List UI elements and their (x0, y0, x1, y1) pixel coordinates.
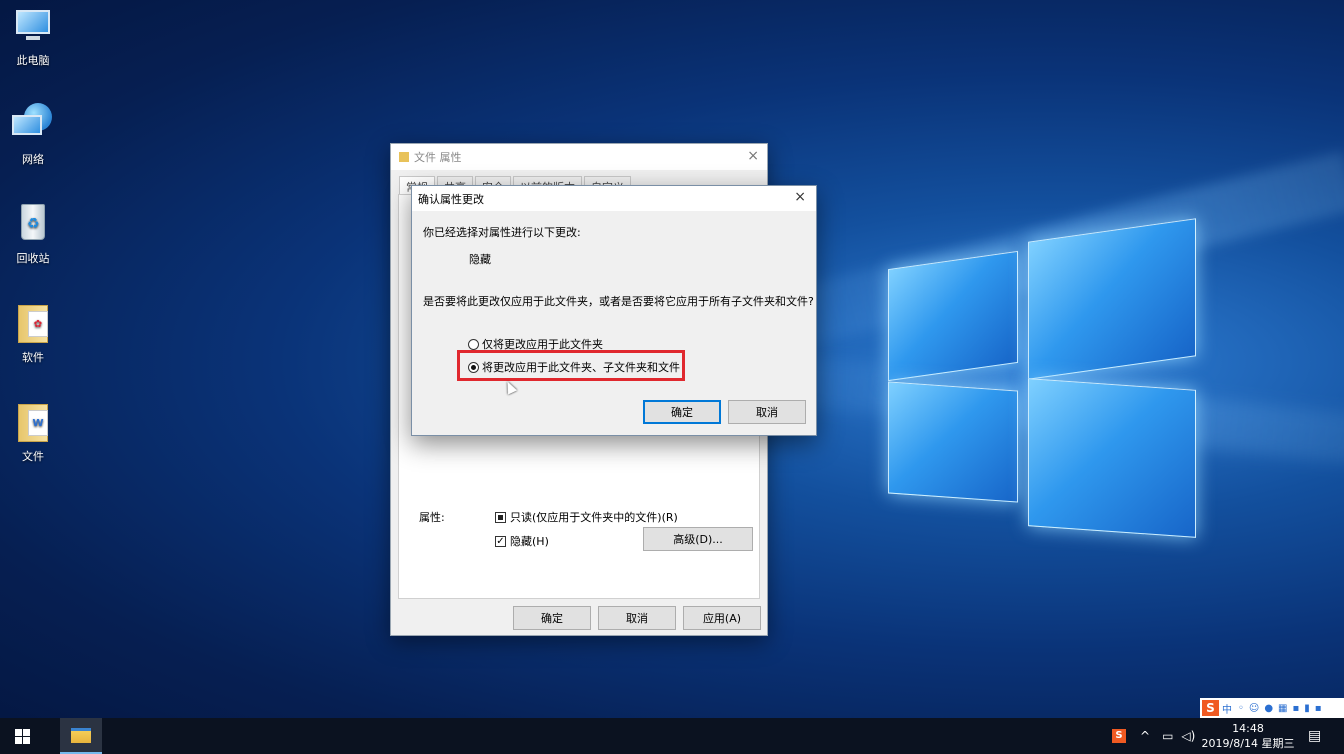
taskbar-file-explorer[interactable] (60, 718, 102, 754)
network-icon[interactable]: ▭ (1162, 729, 1173, 743)
confirm-title: 确认属性更改 (418, 192, 484, 206)
system-tray: S ^ ▭ ◁) (1112, 718, 1195, 754)
start-button[interactable] (0, 718, 44, 754)
desktop-icon-label: 网络 (22, 153, 44, 166)
confirm-question: 是否要将此更改仅应用于此文件夹，或者是否要将它应用于所有子文件夹和文件? (423, 295, 814, 308)
close-icon[interactable]: × (794, 189, 806, 205)
file-explorer-icon (71, 727, 91, 743)
properties-title-bar[interactable]: 文件 属性 × (391, 144, 767, 170)
confirm-attribute-dialog: 确认属性更改 × 你已经选择对属性进行以下更改: 隐藏 是否要将此更改仅应用于此… (411, 185, 817, 436)
action-center-icon[interactable]: ▤ (1308, 718, 1321, 754)
windows-start-icon (14, 728, 30, 744)
readonly-checkbox-row[interactable]: 只读(仅应用于文件夹中的文件)(R) (495, 509, 678, 525)
properties-title: 文件 属性 (414, 151, 462, 164)
chevron-up-icon[interactable]: ^ (1140, 729, 1150, 743)
ime-tool-icons[interactable]: ◦☺●▦▪▮▪ (1238, 703, 1327, 714)
hidden-checkbox-row[interactable]: ✓ 隐藏(H) (495, 533, 549, 549)
ok-button[interactable]: 确定 (513, 606, 591, 630)
taskbar: S ^ ▭ ◁) 14:48 2019/8/14 星期三 ▤ (0, 718, 1344, 754)
confirm-cancel-button[interactable]: 取消 (728, 400, 806, 424)
readonly-label: 只读(仅应用于文件夹中的文件)(R) (510, 511, 678, 524)
desktop-icon-label: 此电脑 (16, 54, 50, 67)
desktop-icon-network[interactable]: 网络 (4, 103, 62, 167)
recycle-bin-icon: ♻ (10, 202, 56, 246)
folder-icon (399, 152, 409, 162)
attributes-label: 属性: (419, 511, 445, 524)
this-pc-icon (10, 4, 56, 48)
folder-icon: ✿ (10, 301, 56, 345)
sogou-tray-icon[interactable]: S (1112, 729, 1126, 743)
desktop-icon-file-folder[interactable]: W 文件 (4, 400, 62, 464)
ime-language-label[interactable]: 中 (1222, 701, 1232, 716)
hidden-label: 隐藏(H) (510, 535, 549, 548)
cancel-button[interactable]: 取消 (598, 606, 676, 630)
taskbar-clock[interactable]: 14:48 2019/8/14 星期三 (1200, 721, 1296, 751)
desktop-icon-label: 软件 (22, 351, 44, 364)
readonly-checkbox[interactable] (495, 511, 506, 523)
highlight-box (457, 350, 685, 381)
apply-button[interactable]: 应用(A) (683, 606, 761, 630)
advanced-button[interactable]: 高级(D)... (643, 527, 753, 551)
sogou-ime-icon[interactable]: S (1202, 700, 1219, 716)
confirm-ok-button[interactable]: 确定 (643, 400, 721, 424)
wallpaper-windows-logo (880, 218, 1210, 550)
clock-date: 2019/8/14 星期三 (1201, 737, 1295, 750)
desktop-icon-this-pc[interactable]: 此电脑 (4, 4, 62, 68)
desktop-icon-software-folder[interactable]: ✿ 软件 (4, 301, 62, 365)
confirm-intro: 你已经选择对属性进行以下更改: (423, 226, 581, 239)
folder-icon: W (10, 400, 56, 444)
volume-icon[interactable]: ◁) (1181, 729, 1195, 743)
clock-time: 14:48 (1232, 722, 1264, 735)
confirm-change-item: 隐藏 (469, 253, 491, 266)
confirm-title-bar[interactable]: 确认属性更改 × (412, 186, 816, 211)
desktop-icon-label: 文件 (22, 450, 44, 463)
close-icon[interactable]: × (747, 148, 759, 164)
desktop-icon-label: 回收站 (16, 252, 50, 265)
radio-button[interactable] (468, 338, 479, 350)
hidden-checkbox[interactable]: ✓ (495, 535, 506, 547)
network-icon (10, 103, 56, 147)
desktop-icon-recycle-bin[interactable]: ♻ 回收站 (4, 202, 62, 266)
ime-toolbar[interactable]: S 中 ◦☺●▦▪▮▪ (1200, 698, 1344, 718)
